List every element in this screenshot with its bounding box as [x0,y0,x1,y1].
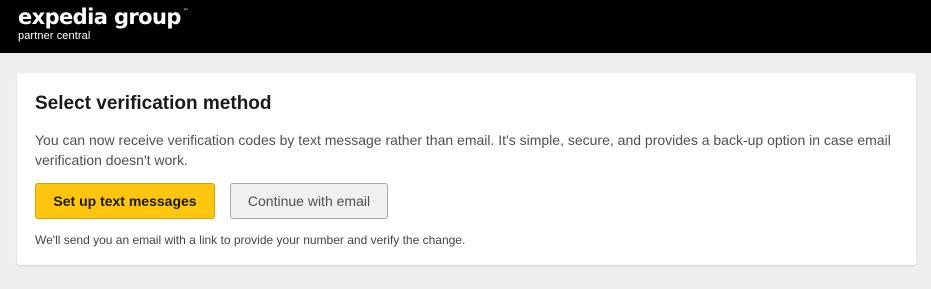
card-title: Select verification method [35,93,272,114]
card-description: You can now receive verification codes b… [35,132,891,168]
continue-with-email-button[interactable]: Continue with email [230,183,388,219]
brand-trademark: ™ [182,8,189,15]
brand-name-text: expedia group [18,5,181,29]
top-bar: expedia group ™ partner central [0,0,931,53]
brand-name: expedia group ™ [18,5,189,29]
brand-logo[interactable]: expedia group ™ partner central [18,5,189,42]
email-note: We'll send you an email with a link to p… [35,233,466,247]
set-up-text-messages-button[interactable]: Set up text messages [35,183,215,219]
verification-method-card: Select verification method You can now r… [17,73,916,265]
brand-subtitle: partner central [18,30,91,42]
